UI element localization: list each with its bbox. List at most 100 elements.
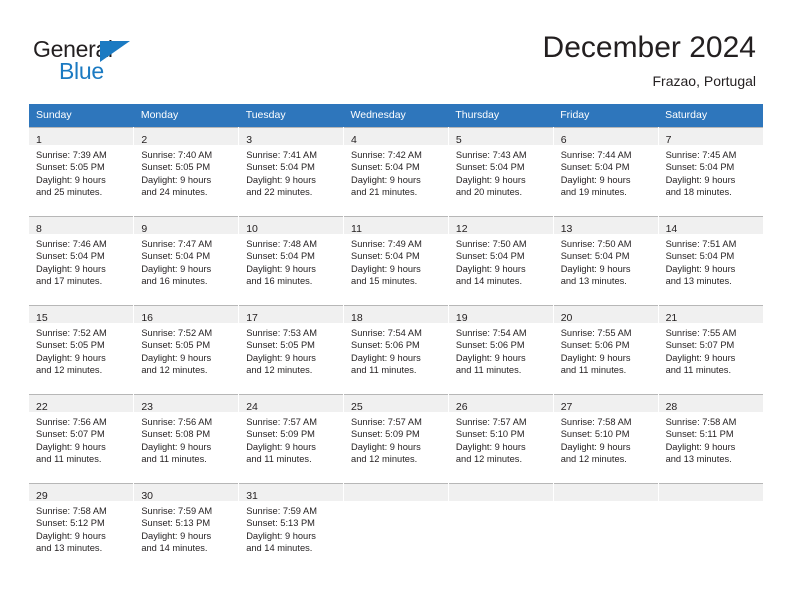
day-detail-line: Daylight: 9 hours bbox=[36, 441, 106, 452]
day-cell[interactable]: 11 Sunrise: 7:49 AM Sunset: 5:04 PM Dayligh… bbox=[343, 216, 449, 305]
day-cell[interactable]: 5 Sunrise: 7:43 AM Sunset: 5:04 PM Daylight… bbox=[448, 127, 554, 216]
general-blue-logo[interactable]: General Blue bbox=[33, 36, 163, 84]
day-cell[interactable]: 29 Sunrise: 7:58 AM Sunset: 5:12 PM Dayligh… bbox=[29, 483, 135, 572]
day-cell[interactable]: 13 Sunrise: 7:50 AM Sunset: 5:04 PM Dayligh… bbox=[553, 216, 659, 305]
day-number: 27 bbox=[560, 401, 573, 413]
day-cell[interactable]: 27 Sunrise: 7:58 AM Sunset: 5:10 PM Dayligh… bbox=[553, 394, 659, 483]
day-number-band: 19 bbox=[448, 306, 553, 324]
day-number-band bbox=[448, 484, 553, 501]
day-cell[interactable]: 3 Sunrise: 7:41 AM Sunset: 5:04 PM Daylight… bbox=[238, 127, 345, 216]
day-cell[interactable]: 10 Sunrise: 7:48 AM Sunset: 5:04 PM Dayligh… bbox=[238, 216, 345, 305]
day-number-band: 16 bbox=[134, 306, 239, 324]
day-cell-inner: 21 Sunrise: 7:55 AM Sunset: 5:07 PM Dayligh… bbox=[658, 305, 763, 394]
weekday-header-thursday: Thursday bbox=[448, 104, 554, 127]
day-cell-details bbox=[449, 501, 553, 505]
day-detail-line: and 16 minutes. bbox=[141, 276, 208, 287]
day-number-band: 17 bbox=[239, 306, 344, 324]
day-cell[interactable]: 18 Sunrise: 7:54 AM Sunset: 5:06 PM Dayligh… bbox=[343, 305, 449, 394]
day-number: 28 bbox=[665, 401, 678, 413]
calendar-week-row: 29 Sunrise: 7:58 AM Sunset: 5:12 PM Dayligh… bbox=[29, 483, 763, 572]
day-detail-line: Daylight: 9 hours bbox=[665, 174, 736, 185]
day-detail-line: Sunset: 5:09 PM bbox=[351, 429, 420, 440]
weekday-header-friday: Friday bbox=[553, 104, 659, 127]
day-cell-empty bbox=[553, 483, 659, 572]
page-title: December 2024 bbox=[542, 31, 756, 64]
day-detail-line: Daylight: 9 hours bbox=[141, 530, 212, 541]
day-cell[interactable]: 20 Sunrise: 7:55 AM Sunset: 5:06 PM Dayligh… bbox=[553, 305, 659, 394]
day-number: 7 bbox=[665, 134, 672, 146]
day-cell[interactable]: 24 Sunrise: 7:57 AM Sunset: 5:09 PM Dayligh… bbox=[238, 394, 345, 483]
day-cell-details: Sunrise: 7:56 AM Sunset: 5:08 PM Daylight:… bbox=[134, 412, 238, 466]
day-cell[interactable]: 9 Sunrise: 7:47 AM Sunset: 5:04 PM Daylight… bbox=[133, 216, 240, 305]
day-cell[interactable]: 8 Sunrise: 7:46 AM Sunset: 5:04 PM Daylight… bbox=[29, 216, 135, 305]
day-cell[interactable]: 15 Sunrise: 7:52 AM Sunset: 5:05 PM Dayligh… bbox=[29, 305, 135, 394]
day-detail-line: Daylight: 9 hours bbox=[246, 441, 316, 452]
day-cell[interactable]: 7 Sunrise: 7:45 AM Sunset: 5:04 PM Daylight… bbox=[658, 127, 763, 216]
brand-triangle-icon bbox=[100, 41, 130, 62]
day-cell[interactable]: 17 Sunrise: 7:53 AM Sunset: 5:05 PM Dayligh… bbox=[238, 305, 345, 394]
day-number: 15 bbox=[36, 312, 48, 324]
day-detail-line: Daylight: 9 hours bbox=[665, 352, 736, 363]
day-cell-inner: 29 Sunrise: 7:58 AM Sunset: 5:12 PM Dayligh… bbox=[29, 483, 134, 572]
day-detail-line: Sunset: 5:04 PM bbox=[141, 251, 211, 262]
day-cell[interactable]: 6 Sunrise: 7:44 AM Sunset: 5:04 PM Daylight… bbox=[553, 127, 659, 216]
day-cell[interactable]: 4 Sunrise: 7:42 AM Sunset: 5:04 PM Daylight… bbox=[343, 127, 449, 216]
day-detail-line: Sunset: 5:06 PM bbox=[351, 340, 420, 351]
day-detail-line: Sunrise: 7:47 AM bbox=[141, 239, 213, 249]
day-cell[interactable]: 1 Sunrise: 7:39 AM Sunset: 5:05 PM Daylight… bbox=[29, 127, 135, 216]
calendar-week-row: 22 Sunrise: 7:56 AM Sunset: 5:07 PM Dayligh… bbox=[29, 394, 763, 483]
day-detail-line: Daylight: 9 hours bbox=[36, 174, 106, 185]
day-number: 1 bbox=[36, 134, 42, 146]
day-detail-line: and 11 minutes. bbox=[665, 365, 732, 376]
day-detail-line: Sunset: 5:09 PM bbox=[246, 429, 315, 440]
day-detail-line: Daylight: 9 hours bbox=[141, 352, 212, 363]
day-detail-line: Sunset: 5:04 PM bbox=[665, 251, 735, 262]
day-cell-inner bbox=[658, 483, 763, 572]
day-detail-line: and 12 minutes. bbox=[36, 365, 103, 376]
day-cell-details: Sunrise: 7:53 AM Sunset: 5:05 PM Daylight:… bbox=[239, 323, 343, 377]
weekday-header-tuesday: Tuesday bbox=[238, 104, 344, 127]
day-cell[interactable]: 12 Sunrise: 7:50 AM Sunset: 5:04 PM Dayligh… bbox=[448, 216, 554, 305]
day-cell[interactable]: 19 Sunrise: 7:54 AM Sunset: 5:06 PM Dayligh… bbox=[448, 305, 554, 394]
day-cell[interactable]: 21 Sunrise: 7:55 AM Sunset: 5:07 PM Dayligh… bbox=[658, 305, 763, 394]
day-cell[interactable]: 2 Sunrise: 7:40 AM Sunset: 5:05 PM Daylight… bbox=[133, 127, 240, 216]
day-number-band bbox=[658, 484, 763, 501]
day-cell[interactable]: 31 Sunrise: 7:59 AM Sunset: 5:13 PM Dayligh… bbox=[238, 483, 345, 572]
day-cell-details: Sunrise: 7:46 AM Sunset: 5:04 PM Daylight:… bbox=[29, 234, 133, 288]
day-detail-line: Sunrise: 7:52 AM bbox=[36, 328, 107, 338]
day-cell[interactable]: 14 Sunrise: 7:51 AM Sunset: 5:04 PM Dayligh… bbox=[658, 216, 763, 305]
day-detail-line: Daylight: 9 hours bbox=[665, 441, 736, 452]
day-number: 3 bbox=[246, 134, 253, 146]
day-cell-inner: 8 Sunrise: 7:46 AM Sunset: 5:04 PM Daylight… bbox=[29, 216, 134, 305]
day-cell[interactable]: 28 Sunrise: 7:58 AM Sunset: 5:11 PM Dayligh… bbox=[658, 394, 763, 483]
day-cell-details: Sunrise: 7:57 AM Sunset: 5:09 PM Daylight:… bbox=[239, 412, 343, 466]
day-cell[interactable]: 25 Sunrise: 7:57 AM Sunset: 5:09 PM Dayligh… bbox=[343, 394, 449, 483]
day-number-band: 21 bbox=[658, 306, 763, 324]
day-detail-line: and 12 minutes. bbox=[141, 365, 208, 376]
day-cell-inner: 10 Sunrise: 7:48 AM Sunset: 5:04 PM Dayligh… bbox=[239, 216, 344, 305]
day-cell[interactable]: 23 Sunrise: 7:56 AM Sunset: 5:08 PM Dayligh… bbox=[133, 394, 240, 483]
day-detail-line: Sunset: 5:04 PM bbox=[455, 251, 525, 262]
day-number: 10 bbox=[246, 223, 258, 235]
day-detail-line: Daylight: 9 hours bbox=[246, 174, 316, 185]
day-number-band: 14 bbox=[658, 217, 763, 235]
day-detail-line: Daylight: 9 hours bbox=[351, 352, 421, 363]
day-cell[interactable]: 22 Sunrise: 7:56 AM Sunset: 5:07 PM Dayligh… bbox=[29, 394, 135, 483]
weekday-header-saturday: Saturday bbox=[658, 104, 763, 127]
day-cell-inner: 5 Sunrise: 7:43 AM Sunset: 5:04 PM Daylight… bbox=[448, 127, 553, 216]
day-cell[interactable]: 30 Sunrise: 7:59 AM Sunset: 5:13 PM Dayligh… bbox=[133, 483, 240, 572]
day-detail-line: Sunrise: 7:54 AM bbox=[351, 328, 422, 338]
day-cell-details: Sunrise: 7:47 AM Sunset: 5:04 PM Daylight:… bbox=[134, 234, 238, 288]
day-detail-line: and 24 minutes. bbox=[141, 187, 208, 198]
day-cell[interactable]: 16 Sunrise: 7:52 AM Sunset: 5:05 PM Dayligh… bbox=[133, 305, 240, 394]
day-detail-line: Sunrise: 7:59 AM bbox=[246, 506, 317, 516]
day-detail-line: Sunrise: 7:50 AM bbox=[560, 239, 632, 249]
day-detail-line: Sunrise: 7:50 AM bbox=[455, 239, 527, 249]
day-cell[interactable]: 26 Sunrise: 7:57 AM Sunset: 5:10 PM Dayligh… bbox=[448, 394, 554, 483]
day-detail-line: Sunset: 5:04 PM bbox=[560, 162, 630, 173]
day-detail-line: and 25 minutes. bbox=[36, 187, 103, 198]
day-number-band: 6 bbox=[553, 128, 658, 146]
day-cell-inner: 20 Sunrise: 7:55 AM Sunset: 5:06 PM Dayligh… bbox=[553, 305, 658, 394]
day-number-band: 29 bbox=[29, 484, 134, 502]
day-cell-details: Sunrise: 7:45 AM Sunset: 5:04 PM Daylight:… bbox=[659, 145, 763, 199]
